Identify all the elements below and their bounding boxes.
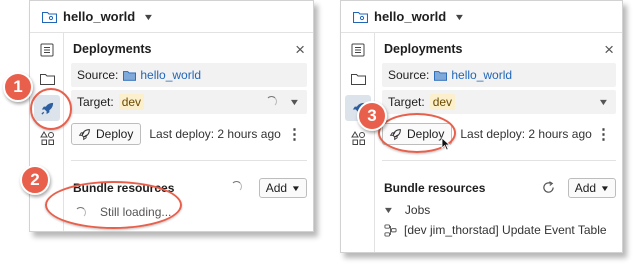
- source-link[interactable]: hello_world: [140, 68, 201, 82]
- source-row: Source: hello_world: [382, 63, 616, 87]
- rocket-icon: [78, 128, 90, 140]
- activity-rail: [341, 33, 375, 252]
- spinner-icon: [266, 96, 277, 107]
- source-label: Source:: [77, 68, 119, 82]
- job-item-label: [dev jim_thorstad] Update Event Table: [404, 223, 607, 237]
- folder-icon[interactable]: [348, 69, 368, 89]
- folder-icon: [123, 70, 137, 81]
- divider: [382, 160, 616, 161]
- jobs-label: Jobs: [404, 203, 431, 217]
- add-button[interactable]: Add ▼: [567, 178, 616, 198]
- bundle-name: hello_world: [374, 9, 447, 24]
- job-item[interactable]: [dev jim_thorstad] Update Event Table: [384, 221, 607, 239]
- more-options-icon[interactable]: ⋮: [596, 127, 611, 142]
- add-label: Add: [574, 181, 597, 195]
- divider: [71, 160, 307, 161]
- folder-icon: [42, 11, 57, 23]
- chevron-down-icon: ▼: [382, 205, 395, 215]
- deployments-header: Deployments ×: [384, 39, 614, 59]
- workflow-icon: [384, 223, 397, 237]
- close-icon[interactable]: ×: [604, 41, 614, 58]
- cursor-pointer-icon: [441, 137, 451, 151]
- folder-icon: [434, 70, 448, 81]
- last-deploy-text: Last deploy: 2 hours ago: [149, 127, 281, 141]
- callout-badge: 2: [20, 165, 50, 195]
- chevron-down-icon: ▼: [290, 183, 302, 193]
- deployments-title: Deployments: [384, 42, 463, 56]
- folder-icon: [353, 11, 368, 23]
- target-pill: dev: [429, 94, 456, 110]
- deploy-row: Deploy Last deploy: 2 hours ago ⋮: [71, 122, 307, 146]
- bundle-resources-title: Bundle resources: [384, 181, 486, 195]
- shapes-icon[interactable]: [348, 128, 368, 148]
- folder-icon[interactable]: [37, 69, 57, 89]
- highlight-ring: [30, 88, 72, 130]
- bundle-name: hello_world: [63, 9, 136, 24]
- callout-badge: 3: [357, 101, 387, 131]
- screenshot-root: hello_world ▼ Deployments × Source: hell…: [0, 0, 634, 269]
- target-label: Target:: [388, 95, 425, 109]
- spinner-icon: [231, 181, 242, 192]
- jobs-group[interactable]: ▼ Jobs: [382, 201, 431, 219]
- source-link[interactable]: hello_world: [451, 68, 512, 82]
- shapes-icon[interactable]: [37, 128, 57, 148]
- highlight-ring: [45, 181, 182, 229]
- last-deploy-text: Last deploy: 2 hours ago: [460, 127, 592, 141]
- refresh-icon[interactable]: [542, 181, 555, 194]
- chevron-down-icon[interactable]: ▼: [454, 12, 466, 22]
- add-label: Add: [265, 181, 288, 195]
- list-icon[interactable]: [348, 40, 368, 60]
- target-pill: dev: [118, 94, 145, 110]
- list-icon[interactable]: [37, 40, 57, 60]
- bundle-header[interactable]: hello_world ▼: [341, 1, 622, 33]
- chevron-down-icon[interactable]: ▼: [289, 97, 301, 107]
- bundle-resources-header: Bundle resources Add ▼: [384, 177, 616, 199]
- deployments-header: Deployments ×: [73, 39, 305, 59]
- close-icon[interactable]: ×: [295, 41, 305, 58]
- add-button[interactable]: Add ▼: [258, 178, 307, 198]
- source-label: Source:: [388, 68, 430, 82]
- bundle-header[interactable]: hello_world ▼: [30, 1, 313, 33]
- chevron-down-icon[interactable]: ▼: [143, 12, 155, 22]
- deploy-label: Deploy: [96, 127, 134, 141]
- chevron-down-icon: ▼: [599, 183, 611, 193]
- source-row: Source: hello_world: [71, 63, 307, 87]
- chevron-down-icon[interactable]: ▼: [598, 97, 610, 107]
- callout-badge: 1: [3, 72, 33, 102]
- more-options-icon[interactable]: ⋮: [287, 127, 302, 142]
- deploy-button[interactable]: Deploy: [71, 123, 142, 145]
- target-select[interactable]: Target: dev ▼: [382, 90, 616, 114]
- target-label: Target:: [77, 95, 114, 109]
- target-select[interactable]: Target: dev ▼: [71, 90, 307, 114]
- deployments-title: Deployments: [73, 42, 152, 56]
